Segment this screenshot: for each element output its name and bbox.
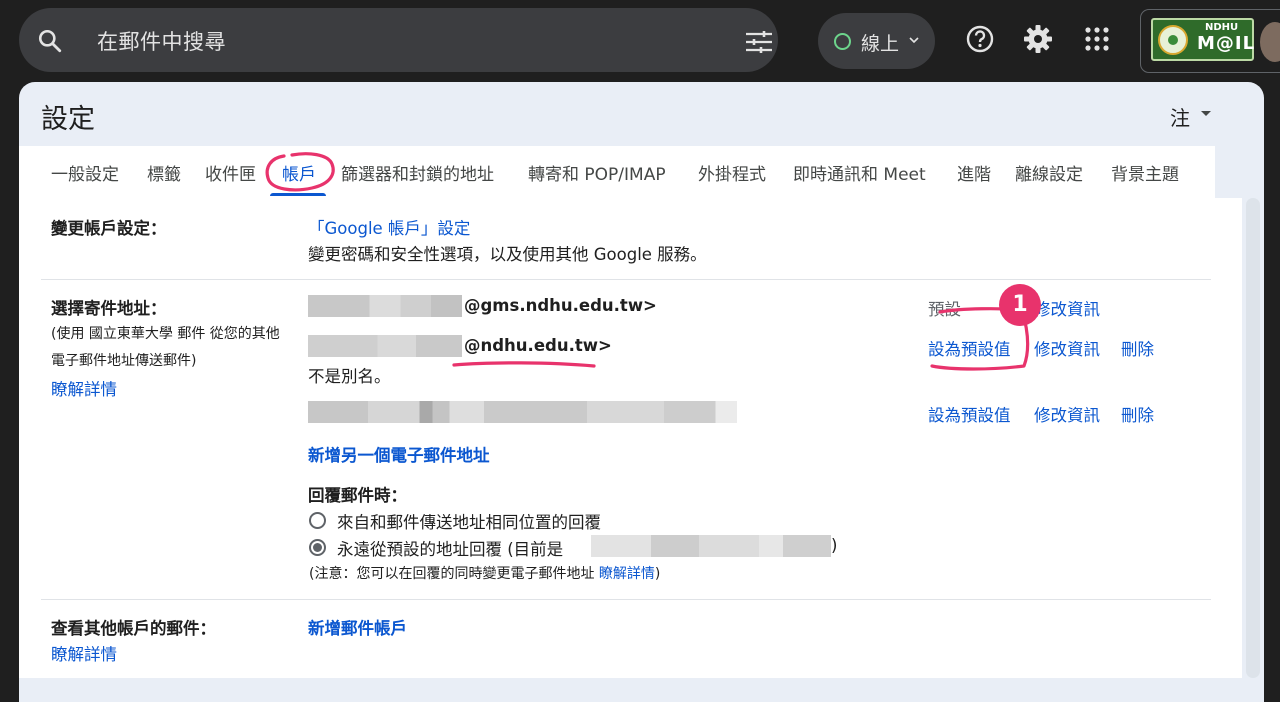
send-as-note-2: 電子郵件地址傳送郵件) — [51, 353, 197, 369]
tab-filters[interactable]: 篩選器和封鎖的地址 — [341, 160, 494, 185]
change-account-description: 變更密碼和安全性選項，以及使用其他 Google 服務。 — [308, 245, 707, 264]
redacted-email — [308, 401, 737, 423]
logo-text-top: NDHU — [1205, 22, 1239, 33]
reply-option-default-address: 永遠從預設的地址回覆 (目前是 — [337, 540, 564, 559]
set-default-link[interactable]: 設為預設值 — [928, 402, 1011, 426]
delete-link[interactable]: 刪除 — [1121, 336, 1154, 360]
tab-offline[interactable]: 離線設定 — [1015, 160, 1083, 185]
edit-info-link[interactable]: 修改資訊 — [1034, 296, 1100, 320]
send-as-label: 選擇寄件地址： — [51, 299, 167, 318]
reply-label: 回覆郵件時： — [308, 486, 407, 505]
status-label: 線上 — [861, 33, 900, 55]
settings-content — [19, 198, 1242, 678]
step-number-badge: 1 — [999, 284, 1041, 326]
tab-labels[interactable]: 標籤 — [147, 160, 181, 185]
scrollbar[interactable] — [1246, 198, 1260, 678]
tab-themes[interactable]: 背景主題 — [1111, 160, 1179, 185]
tab-inbox[interactable]: 收件匣 — [205, 160, 256, 185]
gear-icon[interactable] — [1022, 23, 1054, 55]
delete-link[interactable]: 刪除 — [1121, 402, 1154, 426]
input-tools-button[interactable]: 注 — [1170, 102, 1190, 131]
add-mail-account-link[interactable]: 新增郵件帳戶 — [308, 615, 407, 639]
divider — [41, 279, 1211, 280]
redacted-email — [308, 295, 462, 317]
logo-text-main: M@IL — [1197, 33, 1256, 54]
reply-note-close: ) — [654, 566, 661, 582]
divider — [41, 599, 1211, 600]
email-address: @ndhu.edu.tw> — [464, 336, 612, 355]
edit-info-link[interactable]: 修改資訊 — [1034, 402, 1100, 426]
email-address: @gms.ndhu.edu.tw> — [464, 296, 657, 315]
add-email-address-link[interactable]: 新增另一個電子郵件地址 — [308, 442, 490, 466]
send-as-learn-more-link[interactable]: 瞭解詳情 — [51, 376, 117, 400]
help-icon[interactable] — [964, 23, 996, 55]
status-selector[interactable]: 線上 — [818, 13, 935, 69]
highlight-circle — [265, 152, 335, 192]
search-input[interactable]: 在郵件中搜尋 — [97, 26, 226, 56]
send-as-note: (使用 國立東華大學 郵件 從您的其他 — [51, 326, 280, 342]
check-mail-label: 查看其他帳戶的郵件： — [51, 619, 216, 638]
caret-down-icon[interactable] — [1201, 111, 1211, 116]
tab-forwarding[interactable]: 轉寄和 POP/IMAP — [528, 160, 666, 185]
reply-default-address-radio[interactable] — [309, 539, 326, 556]
reply-note: (注意：您可以在回覆的同時變更電子郵件地址 瞭解詳情) — [309, 563, 660, 583]
apps-grid-icon[interactable] — [1081, 23, 1113, 55]
university-emblem-icon — [1158, 25, 1188, 55]
reply-note-text: (注意：您可以在回覆的同時變更電子郵件地址 — [309, 566, 599, 582]
tab-chat-meet[interactable]: 即時通訊和 Meet — [793, 160, 926, 185]
tab-advanced[interactable]: 進階 — [957, 160, 991, 185]
tab-addons[interactable]: 外掛程式 — [698, 160, 766, 185]
reply-learn-more-link[interactable]: 瞭解詳情 — [599, 566, 655, 582]
redacted-email — [308, 335, 462, 357]
reply-same-address-radio[interactable] — [309, 512, 326, 529]
reply-option-close-paren: ) — [831, 536, 838, 555]
google-account-settings-link[interactable]: 「Google 帳戶」設定 — [308, 215, 470, 239]
reply-option-same-address: 來自和郵件傳送地址相同位置的回覆 — [337, 513, 601, 532]
online-status-icon — [834, 33, 851, 50]
change-account-label: 變更帳戶設定： — [51, 219, 167, 238]
tab-general[interactable]: 一般設定 — [51, 160, 119, 185]
highlight-underline — [452, 361, 596, 368]
search-options-icon[interactable] — [744, 31, 774, 53]
ndhu-mail-logo: NDHU M@IL — [1151, 18, 1254, 61]
search-bar[interactable]: 在郵件中搜尋 — [19, 8, 778, 72]
check-mail-learn-more-link[interactable]: 瞭解詳情 — [51, 641, 117, 665]
alias-note: 不是別名。 — [308, 367, 391, 386]
search-icon[interactable] — [37, 28, 63, 54]
page-title: 設定 — [41, 104, 95, 135]
redacted-email — [591, 535, 831, 557]
chevron-down-icon — [909, 37, 919, 44]
edit-info-link[interactable]: 修改資訊 — [1034, 336, 1100, 360]
